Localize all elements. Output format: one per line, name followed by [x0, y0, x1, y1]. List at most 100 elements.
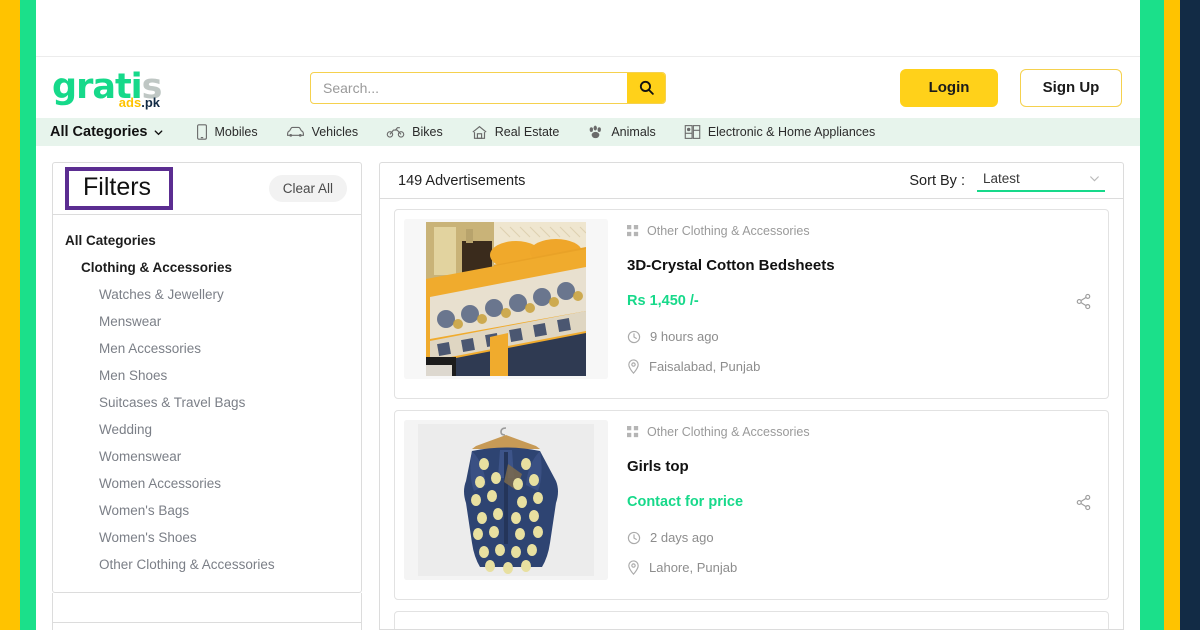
filters-panel: Filters Clear All All Categories Clothin…	[52, 162, 362, 593]
car-icon	[286, 125, 305, 139]
ad-card[interactable]	[394, 611, 1109, 630]
filter-category-men-accessories[interactable]: Men Accessories	[53, 335, 361, 362]
filter-category-all-categories[interactable]: All Categories	[53, 227, 361, 254]
girls-top-product-image	[404, 420, 608, 581]
bedsheet-product-image	[404, 219, 608, 380]
search-input[interactable]	[311, 72, 627, 103]
grid-icon	[627, 426, 639, 438]
sort-control: Sort By : Latest	[909, 169, 1105, 193]
ad-thumbnail[interactable]	[404, 420, 608, 581]
catnav-item-vehicles[interactable]: Vehicles	[272, 125, 373, 139]
filter-category-womens-shoes[interactable]: Women's Shoes	[53, 524, 361, 551]
decor-stripe-green-left	[20, 0, 36, 630]
house-icon	[471, 125, 488, 140]
category-nav: All Categories Mobiles Vehicles Bikes Re…	[36, 118, 1140, 146]
results-panel: 149 Advertisements Sort By : Latest Othe…	[379, 162, 1124, 630]
ad-card[interactable]: Other Clothing & Accessories Girls top C…	[394, 410, 1109, 601]
catnav-label: Mobiles	[214, 125, 258, 139]
site-logo[interactable]: gratis ads.pk	[52, 67, 163, 110]
search-button[interactable]	[627, 72, 665, 103]
filters-title-highlight: Filters	[65, 167, 174, 210]
ad-details: Other Clothing & Accessories 3D-Crystal …	[608, 219, 1099, 389]
ad-time: 9 hours ago	[650, 329, 719, 345]
filter-category-men-shoes[interactable]: Men Shoes	[53, 362, 361, 389]
ad-time: 2 days ago	[650, 530, 714, 546]
catnav-label: Vehicles	[311, 125, 359, 139]
search-icon	[639, 80, 654, 95]
filters-sidebar: Filters Clear All All Categories Clothin…	[52, 162, 362, 630]
filter-category-womens-bags[interactable]: Women's Bags	[53, 497, 361, 524]
filter-category-menswear[interactable]: Menswear	[53, 308, 361, 335]
filter-category-clothing-accessories[interactable]: Clothing & Accessories	[53, 254, 361, 281]
filter-block-spacer	[52, 593, 362, 623]
filter-category-watches-jewellery[interactable]: Watches & Jewellery	[53, 281, 361, 308]
decor-stripe-orange-left	[0, 0, 20, 630]
clock-icon	[627, 531, 641, 545]
ad-title: Girls top	[627, 458, 689, 476]
clear-all-button[interactable]: Clear All	[268, 175, 347, 202]
content-area: Filters Clear All All Categories Clothin…	[36, 146, 1140, 630]
all-categories-dropdown[interactable]: All Categories	[50, 124, 182, 140]
location-pin-icon	[627, 359, 640, 375]
site-header: gratis ads.pk Login Sign Up	[36, 56, 1140, 118]
catnav-label: Real Estate	[494, 125, 560, 139]
filter-category-womenswear[interactable]: Womenswear	[53, 443, 361, 470]
clock-icon	[627, 330, 641, 344]
ad-price: Rs 1,450 /-	[627, 293, 699, 310]
sort-by-label: Sort By :	[909, 172, 965, 189]
decor-stripe-green-right	[1140, 0, 1164, 630]
decor-stripe-navy-right	[1180, 0, 1200, 630]
browser-viewport: gratis ads.pk Login Sign Up All Categori…	[36, 0, 1140, 630]
ad-location-row: Faisalabad, Punjab	[627, 359, 1099, 374]
results-header: 149 Advertisements Sort By : Latest	[379, 162, 1124, 200]
catnav-item-real-estate[interactable]: Real Estate	[457, 125, 574, 140]
ad-location: Lahore, Punjab	[649, 560, 738, 576]
ad-location: Faisalabad, Punjab	[649, 359, 761, 375]
sort-by-value: Latest	[983, 171, 1020, 187]
grid-icon	[627, 225, 639, 237]
filter-category-other-clothing-accessories[interactable]: Other Clothing & Accessories	[53, 551, 361, 578]
ad-details: Other Clothing & Accessories Girls top C…	[608, 420, 1099, 590]
ad-time-row: 9 hours ago	[627, 329, 1099, 344]
sort-by-dropdown[interactable]: Latest	[977, 169, 1105, 193]
location-pin-icon	[627, 560, 640, 576]
header-actions: Login Sign Up	[900, 68, 1122, 107]
ad-time-row: 2 days ago	[627, 530, 1099, 545]
page-root: gratis ads.pk Login Sign Up All Categori…	[0, 0, 1200, 630]
share-icon	[1076, 495, 1091, 511]
share-button[interactable]	[1075, 293, 1092, 315]
ad-category: Other Clothing & Accessories	[627, 224, 1099, 238]
filter-category-wedding[interactable]: Wedding	[53, 416, 361, 443]
login-button[interactable]: Login	[900, 68, 998, 107]
motorbike-icon	[386, 125, 405, 139]
chevron-down-icon	[1090, 176, 1099, 182]
filter-category-women-accessories[interactable]: Women Accessories	[53, 470, 361, 497]
catnav-label: Animals	[611, 125, 656, 139]
paw-icon	[587, 125, 604, 140]
filter-block-location[interactable]: Location	[52, 623, 362, 630]
results-count: 149 Advertisements	[398, 172, 526, 189]
catnav-item-mobiles[interactable]: Mobiles	[182, 124, 272, 140]
logo-ads: ads	[118, 95, 142, 110]
ad-category: Other Clothing & Accessories	[627, 425, 1099, 439]
page-top-whitespace	[36, 0, 1140, 56]
logo-letter-g: g	[52, 67, 77, 107]
catnav-item-animals[interactable]: Animals	[573, 125, 669, 140]
ad-title: 3D-Crystal Cotton Bedsheets	[627, 257, 835, 275]
signup-button[interactable]: Sign Up	[1020, 68, 1122, 107]
ad-card[interactable]: Other Clothing & Accessories 3D-Crystal …	[394, 209, 1109, 400]
filter-category-suitcases-travel-bags[interactable]: Suitcases & Travel Bags	[53, 389, 361, 416]
ad-price: Contact for price	[627, 494, 744, 511]
logo-pk: .pk	[141, 95, 160, 110]
share-button[interactable]	[1075, 494, 1092, 516]
all-categories-label: All Categories	[50, 124, 148, 140]
search-bar[interactable]	[310, 71, 666, 104]
decor-stripe-orange-right	[1164, 0, 1180, 630]
ad-thumbnail[interactable]	[404, 219, 608, 380]
filters-header: Filters Clear All	[53, 163, 361, 215]
catnav-label: Bikes	[412, 125, 443, 139]
filters-title: Filters	[83, 173, 152, 201]
catnav-item-bikes[interactable]: Bikes	[372, 125, 457, 139]
catnav-item-electronic-home-appliances[interactable]: Electronic & Home Appliances	[670, 124, 889, 140]
advertisements-list: Other Clothing & Accessories 3D-Crystal …	[379, 199, 1124, 630]
